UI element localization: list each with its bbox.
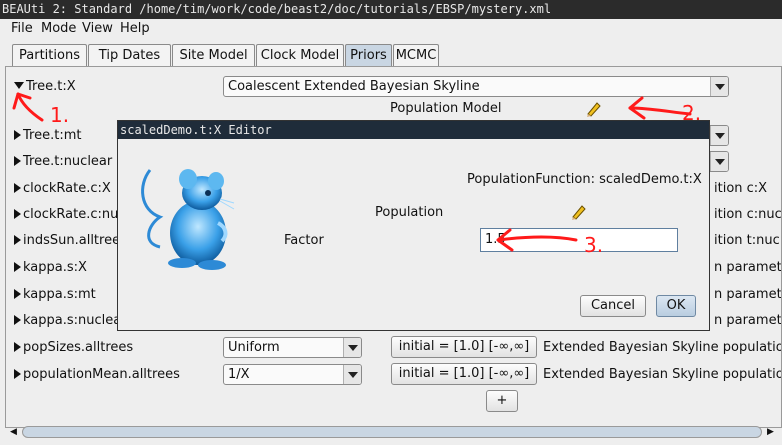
prior-description: Extended Bayesian Skyline population [543,367,782,382]
chevron-down-icon [343,365,361,384]
edit-pencil-icon[interactable] [570,203,588,221]
prior-description: Extended Bayesian Skyline population [543,340,782,355]
chevron-down-icon [343,338,361,357]
expand-triangle-icon[interactable] [14,262,21,272]
chevron-down-icon [710,77,728,96]
tab-partitions[interactable]: Partitions [12,44,87,66]
prior-row-kappa-x[interactable]: kappa.s:X [14,260,87,275]
prior-description: ition c:nuc [714,207,782,222]
population-model-label: Population Model [390,101,502,116]
scroll-right-icon[interactable]: ▶ [767,426,777,438]
editor-dialog: scaledDemo.t:X Editor PopulationFunction… [117,120,710,331]
expand-triangle-icon[interactable] [14,156,21,166]
tab-mcmc[interactable]: MCMC [393,44,439,66]
prior-row-kappa-mt[interactable]: kappa.s:mt [14,287,96,302]
population-label: Population [375,205,444,220]
populationmean-prior-select[interactable]: 1/X [223,364,362,385]
expand-triangle-icon[interactable] [14,342,21,352]
cancel-button[interactable]: Cancel [580,295,646,317]
tab-site-model[interactable]: Site Model [172,44,255,66]
population-function-label: PopulationFunction: scaledDemo.t:X [467,172,702,187]
expand-triangle-icon[interactable] [14,235,21,245]
ok-button[interactable]: OK [656,295,696,317]
menu-mode[interactable]: Mode [41,21,76,36]
expand-triangle-icon[interactable] [14,369,21,379]
window-title: BEAUti 2: Standard /home/tim/work/code/b… [0,0,782,19]
prior-row-clockrate-x[interactable]: clockRate.c:X [14,181,111,196]
prior-description: n paramet [714,260,782,275]
popsizes-initial-button[interactable]: initial = [1.0] [-∞,∞] [391,336,537,358]
menu-file[interactable]: File [11,21,33,36]
expand-triangle-icon[interactable] [14,130,21,140]
chevron-down-icon [710,126,728,145]
add-prior-button[interactable]: + [486,390,518,412]
tree-prior-select[interactable]: Coalescent Extended Bayesian Skyline [223,76,729,97]
prior-row-kappa-nuclear[interactable]: kappa.s:nuclea [14,313,121,328]
prior-row-tree-x[interactable]: Tree.t:X [14,79,76,94]
prior-description: ition t:nuc [714,233,780,248]
expand-triangle-icon[interactable] [14,82,24,89]
factor-label: Factor [284,233,324,248]
tab-clock-model[interactable]: Clock Model [256,44,344,66]
populationmean-initial-button[interactable]: initial = [1.0] [-∞,∞] [391,363,537,385]
prior-description: ition c:X [714,181,768,196]
popsizes-prior-select[interactable]: Uniform [223,337,362,358]
dialog-title: scaledDemo.t:X Editor [118,121,709,139]
menu-bar: File Mode View Help [0,19,782,39]
tab-tip-dates[interactable]: Tip Dates [88,44,171,66]
scroll-left-icon[interactable]: ◀ [10,426,20,438]
prior-description: n paramet [714,287,782,302]
prior-row-clockrate-nuc[interactable]: clockRate.c:nuc [14,207,125,222]
factor-input[interactable]: 1.5 [480,228,678,252]
menu-view[interactable]: View [82,21,113,36]
prior-row-populationmean[interactable]: populationMean.alltrees [14,367,180,382]
expand-triangle-icon[interactable] [14,289,21,299]
expand-triangle-icon[interactable] [14,209,21,219]
expand-triangle-icon[interactable] [14,183,21,193]
prior-row-tree-mt[interactable]: Tree.t:mt [14,128,81,143]
prior-row-indssun[interactable]: indsSun.alltree [14,233,120,248]
beast-mascot-logo [141,169,235,270]
horizontal-scrollbar[interactable] [22,426,762,438]
edit-pencil-icon[interactable] [585,100,603,118]
tab-priors[interactable]: Priors [345,44,392,66]
prior-description: n paramet [714,313,782,328]
chevron-down-icon [710,152,728,171]
expand-triangle-icon[interactable] [14,315,21,325]
prior-row-popsizes[interactable]: popSizes.alltrees [14,340,133,355]
prior-row-tree-nuclear[interactable]: Tree.t:nuclear [14,154,112,169]
menu-help[interactable]: Help [120,21,150,36]
